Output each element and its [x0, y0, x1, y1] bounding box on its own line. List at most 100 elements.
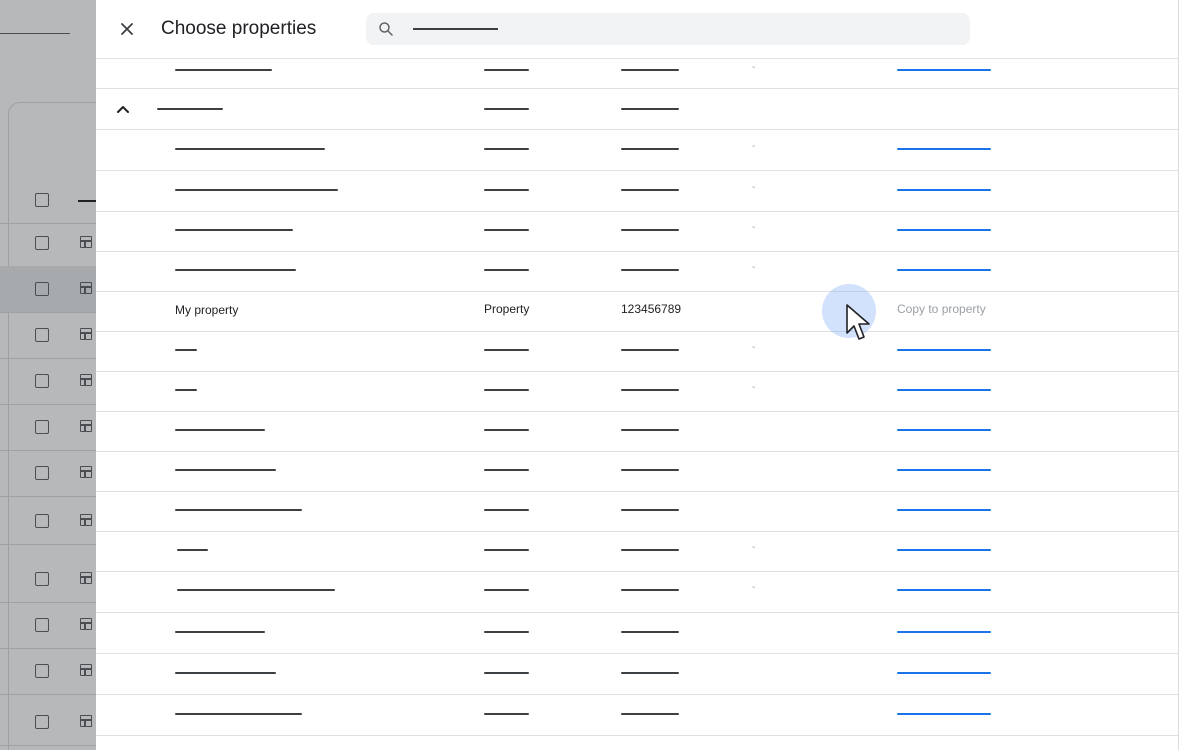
- search-query-text: [413, 28, 498, 30]
- property-id: [621, 589, 679, 591]
- property-id: [621, 349, 679, 351]
- property-name: [175, 509, 302, 511]
- property-extra: -: [752, 542, 756, 553]
- close-icon: [121, 23, 133, 35]
- property-type: [484, 631, 529, 633]
- property-name: [175, 469, 276, 471]
- property-name: [175, 269, 296, 271]
- property-id: [621, 229, 679, 231]
- property-name: [175, 69, 272, 71]
- property-row[interactable]: [96, 492, 1178, 532]
- property-id: [621, 509, 679, 511]
- copy-to-property-link[interactable]: [897, 509, 991, 511]
- property-type: [484, 509, 529, 511]
- property-extra: -: [752, 222, 756, 233]
- choose-properties-panel: Choose properties - - - - - My property …: [96, 0, 1179, 750]
- search-input[interactable]: [366, 13, 970, 45]
- property-type: [484, 429, 529, 431]
- property-extra: -: [752, 382, 756, 393]
- property-row[interactable]: -: [96, 171, 1178, 212]
- property-id: [621, 631, 679, 633]
- property-name: [175, 631, 265, 633]
- property-extra: -: [752, 342, 756, 353]
- account-group-row[interactable]: [96, 89, 1178, 130]
- property-type: [484, 549, 529, 551]
- property-name: [175, 389, 197, 391]
- property-id: [621, 429, 679, 431]
- property-row[interactable]: -: [96, 212, 1178, 252]
- copy-to-property-link[interactable]: [897, 148, 991, 150]
- panel-title: Choose properties: [161, 18, 317, 39]
- copy-to-property-link[interactable]: [897, 389, 991, 391]
- property-name: [175, 713, 302, 715]
- copy-to-property-link[interactable]: [897, 229, 991, 231]
- property-row[interactable]: -: [96, 252, 1178, 292]
- property-extra: -: [752, 62, 756, 73]
- property-name: [175, 429, 265, 431]
- property-row[interactable]: [96, 613, 1178, 654]
- property-row[interactable]: [96, 695, 1178, 736]
- copy-to-property-link[interactable]: [897, 429, 991, 431]
- mouse-pointer-icon: [846, 304, 870, 340]
- account-id: [621, 108, 679, 110]
- property-type: [484, 469, 529, 471]
- property-id: [621, 469, 679, 471]
- copy-to-property-link[interactable]: [897, 589, 991, 591]
- property-name: [175, 189, 338, 191]
- copy-to-property-link[interactable]: [897, 631, 991, 633]
- panel-header: Choose properties: [96, 0, 1178, 59]
- copy-to-property-link[interactable]: [897, 469, 991, 471]
- property-type: [484, 69, 529, 71]
- property-id: 123456789: [621, 302, 682, 316]
- property-type: [484, 229, 529, 231]
- property-row[interactable]: -: [96, 130, 1178, 171]
- property-type: [484, 713, 529, 715]
- property-name: [175, 349, 197, 351]
- copy-to-property-link[interactable]: [897, 189, 991, 191]
- copy-to-property-link[interactable]: [897, 349, 991, 351]
- property-row[interactable]: -: [96, 572, 1178, 613]
- property-row[interactable]: [96, 452, 1178, 492]
- copy-to-property-link[interactable]: [897, 713, 991, 715]
- copy-to-property-link[interactable]: [897, 69, 991, 71]
- search-icon: [379, 22, 393, 36]
- property-id: [621, 269, 679, 271]
- property-row[interactable]: -: [96, 332, 1178, 372]
- property-extra: -: [752, 582, 756, 593]
- property-name: [175, 672, 276, 674]
- property-type: Property: [484, 302, 530, 316]
- copy-to-property-link[interactable]: [897, 549, 991, 551]
- modal-scrim[interactable]: [0, 0, 96, 750]
- property-row-my-property[interactable]: My property Property 123456789 Copy to p…: [96, 292, 1178, 332]
- property-id: [621, 69, 679, 71]
- property-id: [621, 389, 679, 391]
- property-type: [484, 269, 529, 271]
- account-name: [157, 108, 223, 110]
- property-type: [484, 389, 529, 391]
- copy-to-property-link[interactable]: [897, 672, 991, 674]
- property-id: [621, 549, 679, 551]
- property-row[interactable]: -: [96, 372, 1178, 412]
- copy-to-property-link[interactable]: [897, 269, 991, 271]
- property-name: [175, 148, 325, 150]
- property-row[interactable]: [96, 412, 1178, 452]
- property-type: [484, 189, 529, 191]
- close-button[interactable]: [113, 15, 141, 43]
- property-row[interactable]: -: [96, 58, 1178, 89]
- chevron-up-icon[interactable]: [116, 102, 130, 116]
- property-id: [621, 672, 679, 674]
- property-id: [621, 189, 679, 191]
- property-extra: -: [752, 262, 756, 273]
- property-type: [484, 148, 529, 150]
- property-row[interactable]: -: [96, 532, 1178, 572]
- property-type: [484, 589, 529, 591]
- property-extra: -: [752, 141, 756, 152]
- copy-to-property-link[interactable]: Copy to property: [897, 302, 986, 316]
- property-name: My property: [175, 303, 239, 317]
- property-name: [175, 229, 293, 231]
- property-name: [177, 549, 208, 551]
- property-id: [621, 713, 679, 715]
- property-extra: -: [752, 182, 756, 193]
- property-row[interactable]: [96, 654, 1178, 695]
- property-id: [621, 148, 679, 150]
